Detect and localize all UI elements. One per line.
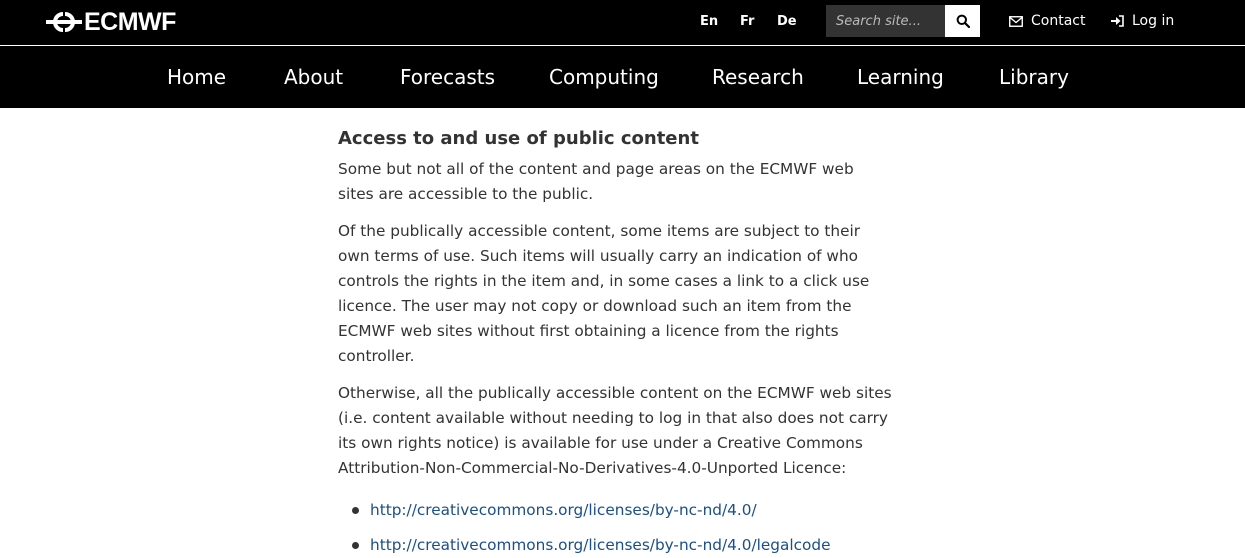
nav-item-about[interactable]: About xyxy=(284,64,343,90)
paragraph-terms-of-use: Of the publically accessible content, so… xyxy=(338,222,870,365)
search-input[interactable] xyxy=(826,5,945,37)
ecmwf-logo[interactable]: ECMWF xyxy=(46,8,176,36)
sign-in-icon xyxy=(1111,15,1124,27)
licence-legalcode-link[interactable]: http://creativecommons.org/licenses/by-n… xyxy=(370,536,831,554)
main-content: Access to and use of public content Some… xyxy=(338,126,898,558)
nav-item-computing[interactable]: Computing xyxy=(549,64,659,90)
licence-links-list: http://creativecommons.org/licenses/by-n… xyxy=(338,498,898,558)
top-bar: ECMWF En Fr De Contact Log in xyxy=(0,0,1245,45)
main-navigation: Home About Forecasts Computing Research … xyxy=(0,46,1245,108)
envelope-icon xyxy=(1009,15,1023,27)
list-item: http://creativecommons.org/licenses/by-n… xyxy=(338,498,898,523)
nav-item-home[interactable]: Home xyxy=(167,64,226,90)
paragraph-public-access: Some but not all of the content and page… xyxy=(338,160,854,203)
nav-item-learning[interactable]: Learning xyxy=(857,64,944,90)
language-fr[interactable]: Fr xyxy=(740,13,754,31)
nav-item-forecasts[interactable]: Forecasts xyxy=(400,64,495,90)
section-heading: Access to and use of public content xyxy=(338,128,699,149)
nav-item-library[interactable]: Library xyxy=(999,64,1069,90)
search-button[interactable] xyxy=(945,5,980,37)
licence-link[interactable]: http://creativecommons.org/licenses/by-n… xyxy=(370,501,757,519)
login-label: Log in xyxy=(1132,13,1175,29)
bullet-icon xyxy=(352,507,359,514)
contact-link[interactable]: Contact xyxy=(1009,12,1085,30)
logo-text: ECMWF xyxy=(84,8,176,36)
contact-label: Contact xyxy=(1031,13,1086,29)
language-de[interactable]: De xyxy=(777,13,797,31)
nav-item-research[interactable]: Research xyxy=(712,64,804,90)
paragraph-creative-commons: Otherwise, all the publically accessible… xyxy=(338,384,892,477)
search-icon xyxy=(956,14,970,28)
login-link[interactable]: Log in xyxy=(1111,12,1174,30)
language-en[interactable]: En xyxy=(700,13,718,31)
ecmwf-logo-icon xyxy=(46,12,82,32)
